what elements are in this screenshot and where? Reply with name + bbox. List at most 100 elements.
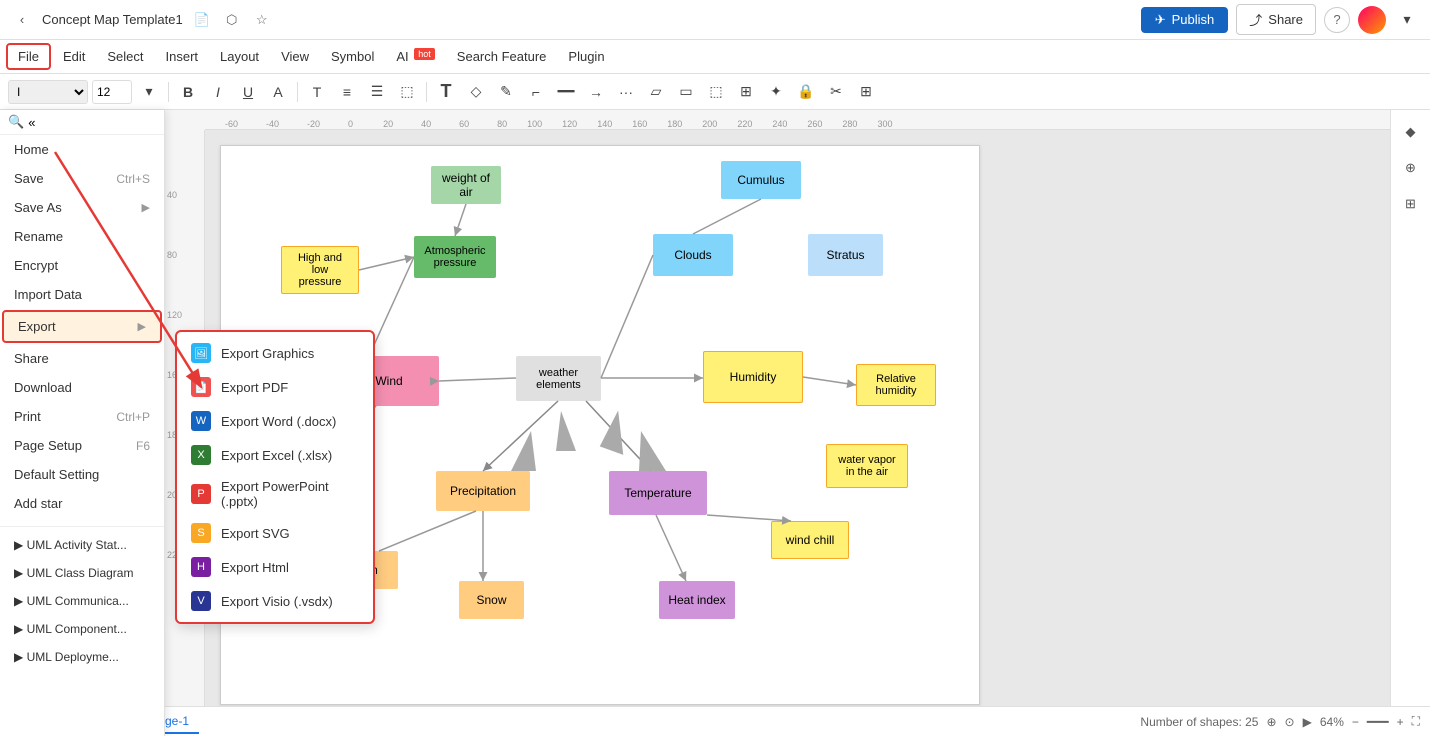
export-visio[interactable]: V Export Visio (.vsdx) bbox=[177, 584, 373, 618]
shapes-count: Number of shapes: 25 bbox=[1140, 715, 1258, 729]
file-menu-home[interactable]: Home bbox=[0, 135, 164, 164]
file-menu-import[interactable]: Import Data bbox=[0, 280, 164, 309]
file-menu-default[interactable]: Default Setting bbox=[0, 460, 164, 489]
menu-layout[interactable]: Layout bbox=[210, 45, 269, 68]
file-menu-share[interactable]: Share bbox=[0, 344, 164, 373]
play-icon[interactable]: ▶ bbox=[1303, 715, 1312, 729]
zoom-in-button[interactable]: + bbox=[1397, 715, 1404, 729]
export-pdf[interactable]: 📄 Export PDF bbox=[177, 370, 373, 404]
expand-button[interactable]: ⊞ bbox=[853, 79, 879, 105]
line-dots[interactable]: ··· bbox=[613, 79, 639, 105]
node-weather-elements[interactable]: weather elements bbox=[516, 356, 601, 401]
line-style[interactable]: ━━ bbox=[553, 79, 579, 105]
layers-icon-bottom[interactable]: ⊕ bbox=[1266, 715, 1276, 729]
shape1[interactable]: ▱ bbox=[643, 79, 669, 105]
node-temperature[interactable]: Temperature bbox=[609, 471, 707, 515]
shape3[interactable]: ⬚ bbox=[703, 79, 729, 105]
rs-layers-icon[interactable]: ⊕ bbox=[1397, 154, 1425, 182]
doc-icon[interactable]: 📄 bbox=[191, 9, 213, 31]
file-menu-save-as[interactable]: Save As▶ bbox=[0, 193, 164, 222]
node-clouds[interactable]: Clouds bbox=[653, 234, 733, 276]
file-menu-encrypt[interactable]: Encrypt bbox=[0, 251, 164, 280]
menu-insert[interactable]: Insert bbox=[156, 45, 209, 68]
rs-diamond-icon[interactable]: ◆ bbox=[1397, 118, 1425, 146]
rs-grid-icon[interactable]: ⊞ bbox=[1397, 190, 1425, 218]
underline-button[interactable]: U bbox=[235, 79, 261, 105]
node-stratus[interactable]: Stratus bbox=[808, 234, 883, 276]
font-size-up[interactable]: ▾ bbox=[136, 79, 162, 105]
connector-button[interactable]: ⌐ bbox=[523, 79, 549, 105]
back-button[interactable]: ‹ bbox=[10, 8, 34, 32]
scissors-button[interactable]: ✂ bbox=[823, 79, 849, 105]
align-left[interactable]: ≡ bbox=[334, 79, 360, 105]
fit-page-button[interactable]: ⛶ bbox=[1412, 714, 1420, 729]
uml-deployment[interactable]: ▶ UML Deployme... bbox=[0, 643, 164, 671]
pen-button[interactable]: ✎ bbox=[493, 79, 519, 105]
uml-component[interactable]: ▶ UML Component... bbox=[0, 615, 164, 643]
node-snow[interactable]: Snow bbox=[459, 581, 524, 619]
arrow-style[interactable]: → bbox=[583, 79, 609, 105]
uml-communication[interactable]: ▶ UML Communica... bbox=[0, 587, 164, 615]
file-menu-star[interactable]: Add star bbox=[0, 489, 164, 518]
menu-ai[interactable]: AI hot bbox=[386, 45, 444, 68]
focus-icon[interactable]: ⊙ bbox=[1285, 715, 1295, 729]
menu-file[interactable]: File bbox=[6, 43, 51, 70]
font-color-button[interactable]: A bbox=[265, 79, 291, 105]
file-menu-page-setup[interactable]: Page SetupF6 bbox=[0, 431, 164, 460]
menu-select[interactable]: Select bbox=[97, 45, 153, 68]
menu-symbol[interactable]: Symbol bbox=[321, 45, 384, 68]
shape4[interactable]: ⊞ bbox=[733, 79, 759, 105]
italic-button[interactable]: I bbox=[205, 79, 231, 105]
font-family-select[interactable]: I bbox=[8, 80, 88, 104]
font-size-input[interactable] bbox=[92, 80, 132, 104]
avatar[interactable] bbox=[1358, 6, 1386, 34]
user-menu-chevron[interactable]: ▾ bbox=[1394, 7, 1420, 33]
node-weight-of-air[interactable]: weight of air bbox=[431, 166, 501, 204]
collapse-icon[interactable]: « bbox=[28, 115, 35, 130]
publish-button[interactable]: ✈ Publish bbox=[1141, 7, 1229, 33]
file-menu-rename[interactable]: Rename bbox=[0, 222, 164, 251]
node-relative-humidity[interactable]: Relative humidity bbox=[856, 364, 936, 406]
share-button[interactable]: ⤴ Share bbox=[1236, 4, 1316, 35]
uml-class[interactable]: ▶ UML Class Diagram bbox=[0, 559, 164, 587]
node-cumulus[interactable]: Cumulus bbox=[721, 161, 801, 199]
node-high-low-pressure[interactable]: High and low pressure bbox=[281, 246, 359, 294]
fx-button[interactable]: ✦ bbox=[763, 79, 789, 105]
zoom-out-button[interactable]: − bbox=[1352, 715, 1359, 729]
menu-search-feature[interactable]: Search Feature bbox=[447, 45, 557, 68]
file-menu-print[interactable]: PrintCtrl+P bbox=[0, 402, 164, 431]
export-svg[interactable]: S Export SVG bbox=[177, 516, 373, 550]
shape2[interactable]: ▭ bbox=[673, 79, 699, 105]
export-pptx[interactable]: P Export PowerPoint (.pptx) bbox=[177, 472, 373, 516]
node-wind-chill[interactable]: wind chill bbox=[771, 521, 849, 559]
export-word[interactable]: W Export Word (.docx) bbox=[177, 404, 373, 438]
export-excel[interactable]: X Export Excel (.xlsx) bbox=[177, 438, 373, 472]
align-center[interactable]: ☰ bbox=[364, 79, 390, 105]
erase-button[interactable]: ◇ bbox=[463, 79, 489, 105]
node-heat-index[interactable]: Heat index bbox=[659, 581, 735, 619]
export-graphics[interactable]: 🖼 Export Graphics bbox=[177, 336, 373, 370]
menu-view[interactable]: View bbox=[271, 45, 319, 68]
canvas-content[interactable]: weight of air Cumulus Atmospheric pressu… bbox=[205, 130, 1390, 716]
help-button[interactable]: ? bbox=[1324, 7, 1350, 33]
star-icon[interactable]: ☆ bbox=[251, 9, 273, 31]
uml-activity[interactable]: ▶ UML Activity Stat... bbox=[0, 531, 164, 559]
text-format-button[interactable]: T bbox=[304, 79, 330, 105]
bold-button[interactable]: B bbox=[175, 79, 201, 105]
menu-edit[interactable]: Edit bbox=[53, 45, 95, 68]
file-menu-save[interactable]: SaveCtrl+S bbox=[0, 164, 164, 193]
zoom-slider[interactable]: ━━━ bbox=[1367, 715, 1389, 729]
node-atmospheric-pressure[interactable]: Atmospheric pressure bbox=[414, 236, 496, 278]
vertical-align[interactable]: ⬚ bbox=[394, 79, 420, 105]
share-icon-top[interactable]: ⬡ bbox=[221, 9, 243, 31]
text-large[interactable]: T bbox=[433, 79, 459, 105]
lock-button[interactable]: 🔒 bbox=[793, 79, 819, 105]
node-humidity[interactable]: Humidity bbox=[703, 351, 803, 403]
file-menu-download[interactable]: Download bbox=[0, 373, 164, 402]
node-precipitation[interactable]: Precipitation bbox=[436, 471, 530, 511]
file-menu-export[interactable]: Export▶ bbox=[2, 310, 162, 343]
menu-plugin[interactable]: Plugin bbox=[558, 45, 614, 68]
node-water-vapor[interactable]: water vapor in the air bbox=[826, 444, 908, 488]
sep2 bbox=[297, 82, 298, 102]
export-html[interactable]: H Export Html bbox=[177, 550, 373, 584]
